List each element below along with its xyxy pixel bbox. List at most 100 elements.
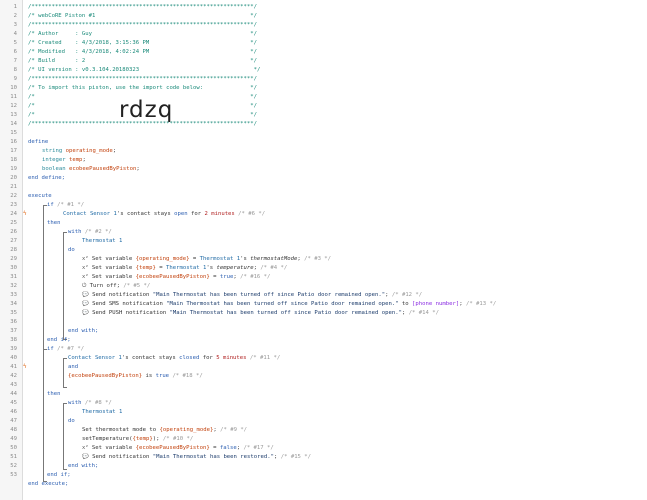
end-define-keyword: end define; [28, 175, 66, 181]
device-thermostat[interactable]: Thermostat 1 [82, 408, 647, 417]
chat-bubble-icon: 💬 [82, 310, 89, 316]
then-keyword: then [47, 391, 61, 397]
line-number: 51 [10, 454, 17, 460]
condition-contact-closed[interactable]: Contact Sensor 1's contact stays closed … [68, 354, 647, 363]
send-sms-notification[interactable]: 💬 Send SMS notification "Main Thermostat… [82, 300, 647, 309]
line-number: 13 [10, 112, 17, 118]
line-number: 41 [10, 364, 17, 370]
define-variable[interactable]: integer temp; [42, 156, 647, 165]
send-notification-restored[interactable]: 💬 Send notification "Main Thermostat has… [82, 453, 647, 462]
line-number: 17 [10, 148, 17, 154]
and-operator: and [68, 364, 79, 370]
line-number: 14 [10, 121, 17, 127]
device-thermostat[interactable]: Thermostat 1 [82, 237, 647, 246]
set-thermostat-mode[interactable]: Set thermostat mode to {operating_mode};… [82, 426, 647, 435]
line-number: 45 [10, 400, 17, 406]
line-number: 43 [10, 382, 17, 388]
header-line: /***************************************… [28, 4, 258, 10]
with-statement-2[interactable]: with /* #2 */ [68, 228, 647, 237]
with-statement-8[interactable]: with /* #8 */ [68, 399, 647, 408]
define-keyword: define [28, 139, 49, 145]
import-code: rdzq [119, 97, 174, 123]
condition-ecobee-paused[interactable]: {ecobeePausedByPiston} is true /* #18 */ [68, 372, 647, 381]
header-author: /* Author : Guy */ [28, 31, 258, 37]
line-number: 16 [10, 139, 17, 145]
line-number: 5 [13, 40, 17, 46]
set-variable-operating-mode[interactable]: x² Set variable {operating_mode} = Therm… [82, 255, 647, 264]
header-ui-version: /* UI version : v0.3.104.20180323 */ [28, 67, 261, 73]
line-number: 28 [10, 247, 17, 253]
line-number: 39 [10, 346, 17, 352]
line-number: 20 [10, 175, 17, 181]
line-number: 50 [10, 445, 17, 451]
end-if-keyword: end if; [47, 472, 71, 478]
condition-group-bracket [63, 358, 67, 388]
line-number: 19 [10, 166, 17, 172]
line-number: 35 [10, 310, 17, 316]
set-variable-temp[interactable]: x² Set variable {temp} = Thermostat 1's … [82, 264, 647, 273]
define-variable[interactable]: boolean ecobeePausedByPiston; [42, 165, 647, 174]
line-number: 21 [10, 184, 17, 190]
line-number: 15 [10, 130, 17, 136]
line-number: 24 [10, 211, 17, 217]
header-created: /* Created : 4/3/2018, 3:15:36 PM */ [28, 40, 258, 46]
line-number: 36 [10, 319, 17, 325]
if-statement-7[interactable]: if /* #7 */ [47, 345, 647, 354]
line-number: 42 [10, 373, 17, 379]
if-block-bracket [43, 349, 47, 482]
line-number: 29 [10, 256, 17, 262]
variable-icon: x² [82, 445, 89, 451]
variable-icon: x² [82, 274, 89, 280]
line-number: 52 [10, 463, 17, 469]
set-variable-ecobee-false[interactable]: x² Set variable {ecobeePausedByPiston} =… [82, 444, 647, 453]
header-line: /***************************************… [28, 22, 258, 28]
line-number: 44 [10, 391, 17, 397]
then-keyword: then [47, 220, 61, 226]
define-variable[interactable]: string operating_mode; [42, 147, 647, 156]
header-import-text: /* To import this piston, use the import… [28, 85, 258, 91]
power-icon: ⏻ [82, 283, 87, 289]
line-number: 38 [10, 337, 17, 343]
turn-off-action[interactable]: ⏻ Turn off; /* #5 */ [82, 282, 647, 291]
if-statement-1[interactable]: if /* #1 */ [47, 201, 647, 210]
header-title: /* webCoRE Piston #1 */ [28, 13, 258, 19]
line-number: 11 [10, 94, 17, 100]
line-number: 22 [10, 193, 17, 199]
line-number: 37 [10, 328, 17, 334]
header-modified: /* Modified : 4/3/2018, 4:02:24 PM */ [28, 49, 258, 55]
line-number: 31 [10, 274, 17, 280]
line-number: 1 [13, 4, 17, 10]
line-number: 8 [13, 67, 17, 73]
with-block-bracket [63, 232, 67, 340]
line-number: 34 [10, 301, 17, 307]
line-number: 30 [10, 265, 17, 271]
lightning-bolt-icon: ϟ [23, 210, 27, 217]
line-number: 9 [13, 76, 17, 82]
with-block-bracket [63, 403, 67, 470]
condition-contact-open[interactable]: Contact Sensor 1's contact stays open fo… [63, 210, 647, 219]
end-with-keyword: end with; [68, 463, 99, 469]
line-number: 26 [10, 229, 17, 235]
execute-keyword: execute [28, 193, 52, 199]
line-number: 46 [10, 409, 17, 415]
variable-icon: x² [82, 265, 89, 271]
variable-icon: x² [82, 256, 89, 262]
line-number: 10 [10, 85, 17, 91]
do-keyword: do [68, 247, 75, 253]
line-number: 7 [13, 58, 17, 64]
set-temperature[interactable]: setTemperature({temp}); /* #10 */ [82, 435, 647, 444]
line-number: 49 [10, 436, 17, 442]
send-push-notification[interactable]: 💬 Send PUSH notification "Main Thermosta… [82, 309, 647, 318]
end-with-keyword: end with; [68, 328, 99, 334]
line-number: 32 [10, 283, 17, 289]
send-notification[interactable]: 💬 Send notification "Main Thermostat has… [82, 291, 647, 300]
end-execute-keyword: end execute; [28, 481, 69, 487]
set-variable-ecobee-paused[interactable]: x² Set variable {ecobeePausedByPiston} =… [82, 273, 647, 282]
line-number: 23 [10, 202, 17, 208]
line-number: 2 [13, 13, 17, 19]
line-number: 12 [10, 103, 17, 109]
line-number: 25 [10, 220, 17, 226]
lightning-bolt-icon: ϟ [23, 363, 27, 370]
line-number: 40 [10, 355, 17, 361]
do-keyword: do [68, 418, 75, 424]
